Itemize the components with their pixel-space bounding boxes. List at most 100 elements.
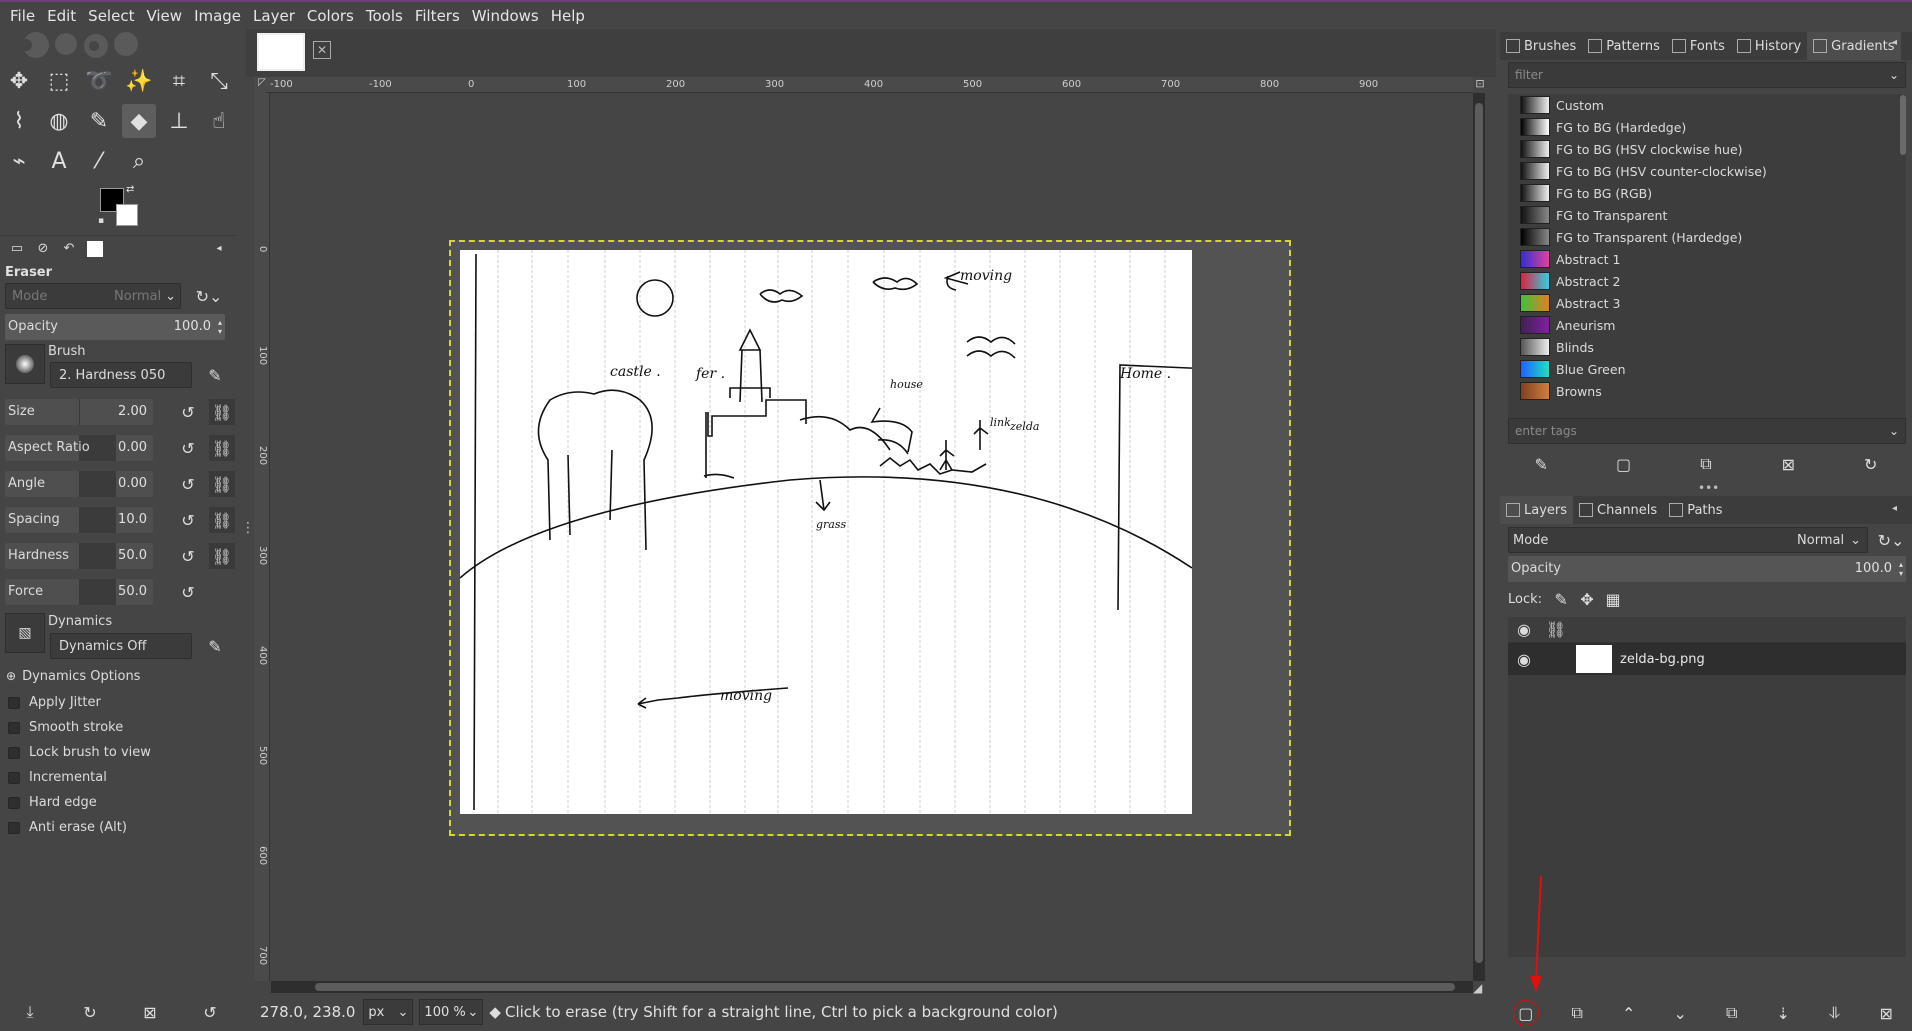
menu-colors[interactable]: Colors	[301, 7, 360, 25]
gradient-item[interactable]: Abstract 2	[1508, 270, 1906, 292]
tab-layers[interactable]: Layers	[1500, 496, 1574, 524]
checkbox-box[interactable]	[8, 696, 20, 709]
link-icon[interactable]: ⛓	[209, 543, 235, 569]
menu-image[interactable]: Image	[188, 7, 247, 25]
raise-layer-icon[interactable]: ⌃	[1616, 1000, 1642, 1026]
gradient-item[interactable]: Blinds	[1508, 336, 1906, 358]
horizontal-scrollbar[interactable]	[271, 981, 1473, 993]
gradient-item[interactable]: FG to BG (RGB)	[1508, 182, 1906, 204]
image-canvas[interactable]: castle . fer . Home . house link zelda m…	[459, 250, 1213, 814]
layer-mode-select[interactable]: Mode Normal ⌄	[1508, 527, 1868, 553]
menu-tools[interactable]: Tools	[360, 7, 409, 25]
images-tab-icon[interactable]	[84, 238, 106, 260]
layer-mode-reset-button[interactable]: ↻⌄	[1872, 527, 1910, 553]
tab-gradients[interactable]: Gradients	[1807, 32, 1901, 60]
tags-input[interactable]: enter tags ⌄	[1508, 418, 1906, 444]
zoom-fit-icon[interactable]: ⊡	[1473, 77, 1487, 93]
angle-slider[interactable]: Angle 0.00	[5, 471, 153, 497]
gradient-item[interactable]: Abstract 3	[1508, 292, 1906, 314]
bucket-fill-icon[interactable]: ◍	[42, 104, 76, 138]
checkbox-box[interactable]	[8, 721, 20, 734]
reset-icon[interactable]: ↺	[175, 471, 201, 497]
delete-gradient-icon[interactable]: ⊠	[1775, 451, 1801, 477]
delete-options-icon[interactable]: ⊠	[137, 999, 163, 1025]
opacity-slider[interactable]: Opacity 100.0 ▴ ▾	[5, 314, 225, 340]
smudge-icon[interactable]: ☝	[202, 104, 236, 138]
text-icon[interactable]: A	[42, 144, 76, 178]
move-icon[interactable]: ✥	[2, 64, 36, 98]
vertical-scrollbar[interactable]	[1473, 93, 1485, 981]
gradient-item[interactable]: FG to BG (HSV clockwise hue)	[1508, 138, 1906, 160]
aspect-ratio-slider[interactable]: Aspect Ratio 0.00	[5, 435, 153, 461]
tab-channels[interactable]: Channels	[1573, 496, 1663, 524]
dynamics-name-field[interactable]: Dynamics Off	[50, 633, 192, 659]
gradient-list-scrollbar[interactable]	[1900, 95, 1906, 155]
background-color-swatch[interactable]	[116, 204, 138, 226]
rect-select-icon[interactable]: ⬚	[42, 64, 76, 98]
layers-menu-icon[interactable]: ◂	[1892, 503, 1897, 514]
color-picker-icon[interactable]: ⁄	[82, 144, 116, 178]
refresh-gradients-icon[interactable]: ↻	[1858, 451, 1884, 477]
checkbox-lock-brush-to-view[interactable]: Lock brush to view	[8, 740, 151, 765]
menu-file[interactable]: File	[4, 7, 41, 25]
gradient-item[interactable]: Custom	[1508, 94, 1906, 116]
tab-history[interactable]: History	[1731, 32, 1807, 60]
undo-history-tab-icon[interactable]: ↶	[58, 238, 80, 260]
gradient-filter-input[interactable]: filter ⌄	[1508, 62, 1906, 88]
edit-gradient-icon[interactable]: ✎	[1528, 451, 1554, 477]
dock-separator-handle[interactable]: •••	[1698, 481, 1719, 495]
menu-select[interactable]: Select	[82, 7, 140, 25]
new-layer-icon[interactable]: ▢	[1512, 1000, 1539, 1026]
link-icon[interactable]: ⛓	[209, 471, 235, 497]
navigate-icon[interactable]: ◢	[1473, 981, 1482, 995]
edit-brush-icon[interactable]: ✎	[202, 362, 228, 388]
checkbox-box[interactable]	[8, 746, 20, 759]
anchor-layer-icon[interactable]: ⇣	[1770, 1000, 1796, 1026]
dynamics-options-expander[interactable]: ⊕ Dynamics Options	[6, 666, 140, 686]
layer-row[interactable]: ◉ zelda-bg.png	[1508, 643, 1906, 675]
stepper-icon[interactable]: ▴ ▾	[218, 318, 222, 336]
unit-select[interactable]: px ⌄	[363, 999, 414, 1025]
gradient-item[interactable]: Aneurism	[1508, 314, 1906, 336]
gradient-item[interactable]: Browns	[1508, 380, 1906, 402]
eye-icon[interactable]: ◉	[1508, 646, 1540, 672]
menu-layer[interactable]: Layer	[247, 7, 301, 25]
stepper-icon[interactable]: ▴ ▾	[1899, 560, 1903, 578]
warp-icon[interactable]: ⌇	[2, 104, 36, 138]
menu-windows[interactable]: Windows	[466, 7, 545, 25]
brush-name-field[interactable]: 2. Hardness 050	[50, 362, 192, 388]
paths-icon[interactable]: ⌁	[2, 144, 36, 178]
spacing-slider[interactable]: Spacing 10.0	[5, 507, 153, 533]
reset-icon[interactable]: ↺	[175, 543, 201, 569]
checkbox-box[interactable]	[8, 821, 20, 834]
lasso-icon[interactable]: ➰	[82, 64, 116, 98]
tool-options-tab-icon[interactable]: ▭	[6, 238, 28, 260]
edit-dynamics-icon[interactable]: ✎	[202, 633, 228, 659]
image-tab-thumbnail[interactable]	[257, 33, 305, 71]
checkbox-incremental[interactable]: Incremental	[8, 765, 151, 790]
menu-filters[interactable]: Filters	[409, 7, 466, 25]
tab-brushes[interactable]: Brushes	[1500, 32, 1582, 60]
fg-bg-colors[interactable]: ⇄ ▪	[96, 184, 142, 230]
checkbox-box[interactable]	[8, 796, 20, 809]
dynamics-preview[interactable]: ▧	[5, 613, 45, 653]
reset-icon[interactable]: ↺	[175, 435, 201, 461]
lock-alpha-icon[interactable]: ▦	[1600, 586, 1626, 612]
reset-icon[interactable]: ↺	[175, 579, 201, 605]
paintbrush-icon[interactable]: ✎	[82, 104, 116, 138]
gradient-item[interactable]: Abstract 1	[1508, 248, 1906, 270]
fuzzy-select-icon[interactable]: ✨	[122, 64, 156, 98]
transform-icon[interactable]: ⤡	[202, 64, 236, 98]
lock-position-icon[interactable]: ✥	[1574, 586, 1600, 612]
restore-options-icon[interactable]: ↻	[77, 999, 103, 1025]
reset-icon[interactable]: ↺	[175, 507, 201, 533]
link-icon[interactable]: ⛓	[209, 435, 235, 461]
new-gradient-icon[interactable]: ▢	[1611, 451, 1637, 477]
crop-icon[interactable]: ⌗	[162, 64, 196, 98]
zoom-icon[interactable]: ⌕	[122, 144, 156, 178]
clone-icon[interactable]: ⊥	[162, 104, 196, 138]
gradient-item[interactable]: FG to BG (Hardedge)	[1508, 116, 1906, 138]
duplicate-layer-icon[interactable]: ⧉	[1719, 1000, 1745, 1026]
menu-edit[interactable]: Edit	[41, 7, 82, 25]
menu-view[interactable]: View	[140, 7, 188, 25]
